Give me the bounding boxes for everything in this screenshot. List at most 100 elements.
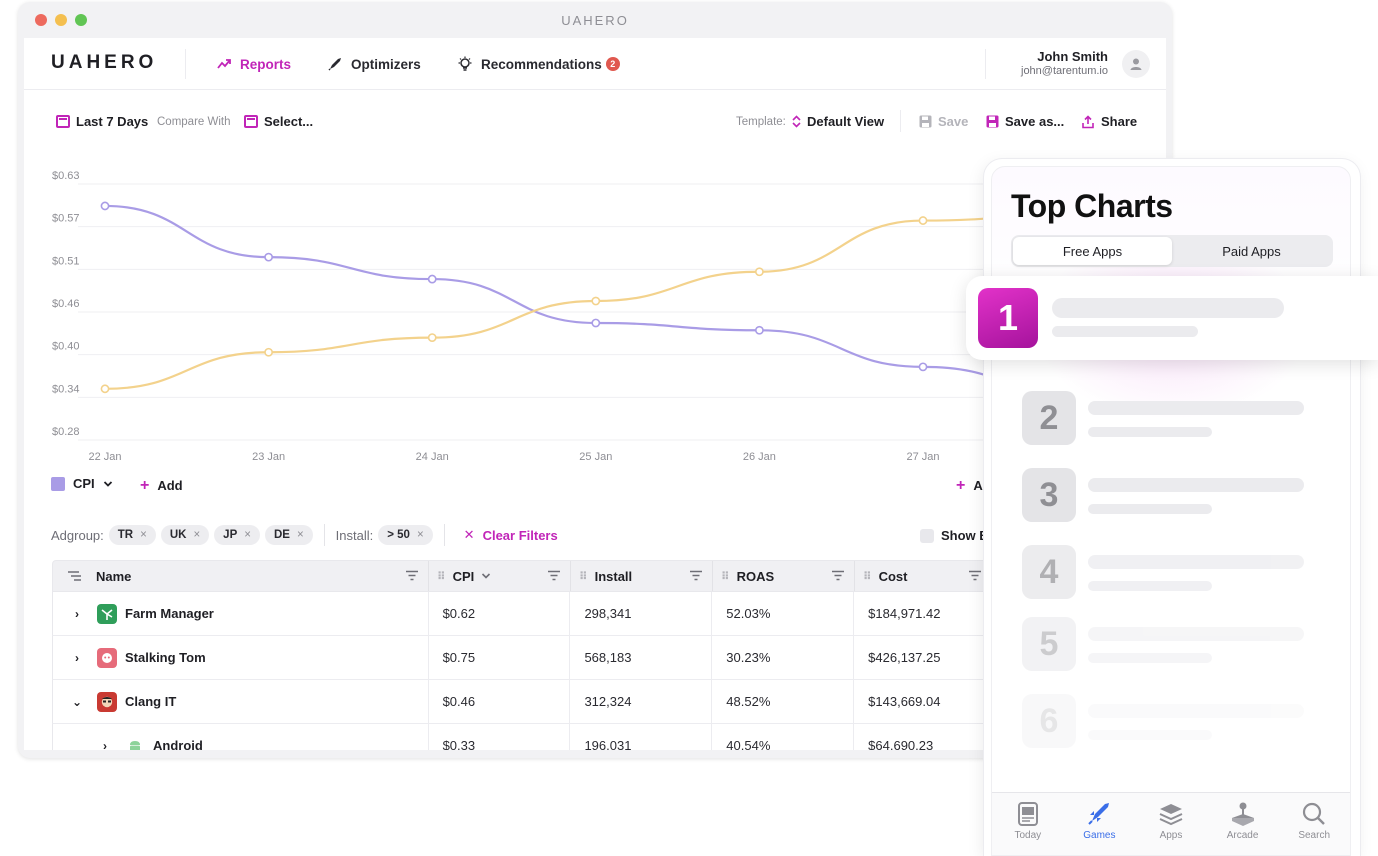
today-icon [1017, 802, 1038, 826]
chart-list-item[interactable]: 4 [1022, 545, 1304, 599]
add-metric-button[interactable]: + Add [140, 478, 183, 494]
rocket-icon [328, 58, 341, 71]
cell-cpi: $0.46 [429, 680, 571, 723]
remove-chip-icon[interactable]: × [140, 529, 147, 541]
date-range-picker[interactable]: Last 7 Days [56, 114, 148, 129]
chevron-down-icon[interactable]: ⌄ [65, 695, 89, 709]
row-name: Android [153, 738, 203, 750]
nav-reports[interactable]: Reports [216, 56, 291, 72]
cell-cost: $426,137.25 [868, 650, 941, 665]
nav-reports-label: Reports [240, 56, 292, 72]
nav-optimizers[interactable]: Optimizers [327, 56, 421, 72]
tab-search[interactable]: Search [1278, 793, 1350, 855]
drag-handle-icon[interactable]: ⠿ [437, 570, 446, 583]
compare-picker[interactable]: Select... [244, 114, 313, 129]
cell-roas: 48.52% [712, 680, 855, 723]
chevron-right-icon[interactable]: › [93, 739, 117, 751]
chart-list-item[interactable]: 5 [1022, 617, 1304, 671]
filter-chip[interactable]: DE × [264, 525, 313, 545]
y-tick-label: $0.51 [52, 255, 80, 267]
filter-chip[interactable]: TR × [108, 525, 156, 545]
app-store-phone-mockup: Top Charts Free Apps Paid Apps 2 3 4 5 6 [984, 159, 1360, 856]
compare-value: Select... [264, 114, 314, 129]
add-metric-right-button[interactable]: + A [956, 478, 983, 494]
y-tick-label: $0.46 [52, 298, 80, 310]
share-button[interactable]: Share [1081, 114, 1137, 129]
clear-filters-button[interactable]: ✕ Clear Filters [464, 527, 558, 543]
remove-chip-icon[interactable]: × [417, 529, 424, 541]
filter-icon[interactable] [690, 570, 702, 581]
table-row[interactable]: › Stalking Tom $0.75 568,183 30.23% $426… [52, 636, 992, 680]
skeleton-line [1088, 478, 1304, 492]
drag-handle-icon[interactable]: ⠿ [579, 570, 588, 583]
filter-icon[interactable] [548, 570, 560, 581]
tree-toggle-icon[interactable] [67, 570, 83, 582]
remove-chip-icon[interactable]: × [297, 529, 304, 541]
tab-games[interactable]: Games [1064, 793, 1136, 855]
save-as-button[interactable]: Save as... [986, 114, 1064, 129]
drag-handle-icon[interactable]: ⠿ [721, 570, 730, 583]
filter-chip[interactable]: > 50 × [378, 525, 433, 545]
column-header-roas[interactable]: ⠿ ROAS [713, 561, 855, 591]
skeleton-line [1088, 427, 1212, 437]
tab-today[interactable]: Today [992, 793, 1064, 855]
share-icon [1082, 114, 1094, 128]
segment-paid-apps[interactable]: Paid Apps [1172, 237, 1331, 265]
column-header-cost[interactable]: ⠿ Cost [855, 561, 991, 591]
avatar[interactable] [1122, 50, 1150, 78]
divider [985, 49, 986, 79]
column-label: Cost [878, 568, 908, 584]
add-right-label: A [973, 478, 983, 493]
segment-free-apps[interactable]: Free Apps [1013, 237, 1172, 265]
column-label: ROAS [736, 568, 775, 584]
app-icon-farm-manager [97, 603, 117, 624]
template-label: Template: [736, 116, 786, 128]
filter-icon[interactable] [969, 570, 981, 581]
chart-list-item[interactable]: 2 [1022, 391, 1304, 445]
show-toggle[interactable]: Show B [920, 528, 989, 543]
metric-legend[interactable]: CPI [51, 476, 113, 491]
rank-number: 6 [1022, 694, 1076, 748]
tab-arcade[interactable]: Arcade [1207, 793, 1279, 855]
column-header-cpi[interactable]: ⠿ CPI [429, 561, 571, 591]
skeleton-line [1088, 704, 1304, 718]
table-row[interactable]: › Farm Manager $0.62 298,341 52.03% $184… [52, 592, 992, 636]
search-icon [1303, 802, 1326, 825]
top-charts-title: Top Charts [1011, 188, 1173, 224]
chevron-right-icon[interactable]: › [65, 651, 89, 665]
column-header-name[interactable]: Name [53, 561, 429, 591]
date-range-label: Last 7 Days [76, 114, 149, 129]
user-info: John Smith john@tarentum.io [1021, 49, 1108, 77]
nav-recommendations[interactable]: Recommendations 2 [457, 56, 620, 72]
rank-number: 1 [978, 288, 1038, 348]
data-point [755, 267, 764, 277]
cell-roas: 52.03% [712, 592, 855, 635]
remove-chip-icon[interactable]: × [244, 529, 251, 541]
chevron-right-icon[interactable]: › [65, 607, 89, 621]
tab-apps[interactable]: Apps [1135, 793, 1207, 855]
filter-icon[interactable] [406, 570, 418, 581]
top-ranked-app-card[interactable]: 1 [966, 276, 1378, 360]
legend-metric-label: CPI [73, 476, 95, 491]
filter-chip[interactable]: UK × [160, 525, 210, 545]
chart-list-item[interactable]: 6 [1022, 694, 1304, 748]
remove-chip-icon[interactable]: × [193, 529, 200, 541]
drag-handle-icon[interactable]: ⠿ [863, 570, 872, 583]
chart-list-item[interactable]: 3 [1022, 468, 1304, 522]
data-point [591, 296, 601, 306]
column-header-install[interactable]: ⠿ Install [571, 561, 713, 591]
skeleton-line [1052, 326, 1198, 337]
sort-arrows-icon [792, 115, 801, 128]
table-row[interactable]: › Android $0.33 196,031 40.54% $64,690.2… [52, 724, 992, 750]
y-tick-label: $0.63 [52, 170, 80, 182]
cell-cost: $184,971.42 [868, 606, 941, 621]
checkbox[interactable] [920, 528, 934, 543]
template-select[interactable]: Default View [792, 114, 884, 129]
save-button[interactable]: Save [919, 114, 968, 129]
chevron-down-icon [482, 573, 491, 579]
filter-chip[interactable]: JP × [214, 525, 260, 545]
table-row[interactable]: ⌄ Clang IT $0.46 312,324 48.52% $143,669… [52, 680, 992, 724]
filter-icon[interactable] [832, 570, 844, 581]
tab-label: Games [1083, 830, 1116, 841]
calendar-icon [56, 115, 70, 128]
